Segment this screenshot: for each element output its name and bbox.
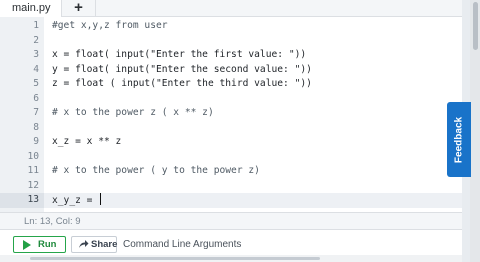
code-line[interactable]: 4 y = float( input("Enter the second valu… <box>0 63 462 78</box>
code-line[interactable]: 10 <box>0 150 462 165</box>
line-code[interactable]: x = float( input("Enter the first value:… <box>52 48 306 63</box>
vertical-scrollbar[interactable] <box>470 0 480 262</box>
tab-bar: main.py + <box>0 0 462 17</box>
code-line[interactable]: 6 <box>0 92 462 107</box>
share-button-label: Share <box>91 239 118 250</box>
run-button-label: Run <box>38 239 57 250</box>
code-line[interactable]: 7 # x to the power z ( x ** z) <box>0 106 462 121</box>
line-number: 8 <box>33 121 39 133</box>
line-number: 1 <box>33 20 39 31</box>
share-icon <box>79 240 89 248</box>
code-line-active[interactable]: 13 x_y_z = <box>0 193 462 208</box>
vertical-scroll-thumb[interactable] <box>473 2 478 50</box>
text-cursor <box>100 193 102 205</box>
code-line[interactable]: 3 x = float( input("Enter the first value… <box>0 48 462 63</box>
horizontal-scroll-thumb[interactable] <box>30 257 320 260</box>
line-number: 7 <box>33 107 39 118</box>
line-code[interactable]: y = float( input("Enter the second value… <box>52 63 312 78</box>
line-code[interactable]: x_y_z = <box>52 193 102 209</box>
line-code[interactable]: #get x,y,z from user <box>52 19 168 34</box>
code-line[interactable]: 11 # x to the power ( y to the power z) <box>0 164 462 179</box>
line-code-text: x_y_z = <box>52 195 99 206</box>
cursor-position: Ln: 13, Col: 9 <box>24 216 81 227</box>
horizontal-scrollbar[interactable] <box>0 255 462 262</box>
line-number: 2 <box>33 34 39 46</box>
line-number: 6 <box>33 92 39 104</box>
code-line[interactable]: 12 <box>0 179 462 194</box>
line-number: 10 <box>27 150 39 162</box>
line-number: 4 <box>33 63 39 75</box>
feedback-label: Feedback <box>453 116 465 164</box>
code-line[interactable]: 2 <box>0 34 462 49</box>
line-code[interactable]: # x to the power z ( x ** z) <box>52 106 214 121</box>
line-code[interactable]: z = float ( input("Enter the third value… <box>52 77 312 92</box>
feedback-button[interactable]: Feedback <box>447 102 471 177</box>
ide-window: main.py + 1 #get x,y,z from user 2 3 x = f… <box>0 0 462 262</box>
line-number: 11 <box>27 165 39 176</box>
line-code[interactable]: x_z = x ** z <box>52 135 121 150</box>
code-line[interactable]: 5 z = float ( input("Enter the third valu… <box>0 77 462 92</box>
tab-main-py[interactable]: main.py <box>0 0 62 17</box>
line-number: 5 <box>33 78 39 89</box>
line-number: 9 <box>33 136 39 147</box>
play-icon <box>23 240 31 250</box>
line-number: 13 <box>0 193 44 208</box>
add-tab-button[interactable]: + <box>62 0 96 17</box>
code-line[interactable]: 1 #get x,y,z from user <box>0 19 462 34</box>
line-code[interactable]: # x to the power ( y to the power z) <box>52 164 260 179</box>
command-line-arguments-toggle[interactable]: Command Line Arguments <box>123 236 241 253</box>
status-bar: Ln: 13, Col: 9 <box>0 212 462 230</box>
code-line[interactable]: 8 <box>0 121 462 136</box>
share-button[interactable]: Share <box>71 236 117 253</box>
line-number: 3 <box>33 49 39 60</box>
code-line[interactable]: 9 x_z = x ** z <box>0 135 462 150</box>
run-button[interactable]: Run <box>13 236 66 253</box>
code-editor[interactable]: 1 #get x,y,z from user 2 3 x = float( inpu… <box>0 17 462 212</box>
line-number: 12 <box>27 179 39 191</box>
